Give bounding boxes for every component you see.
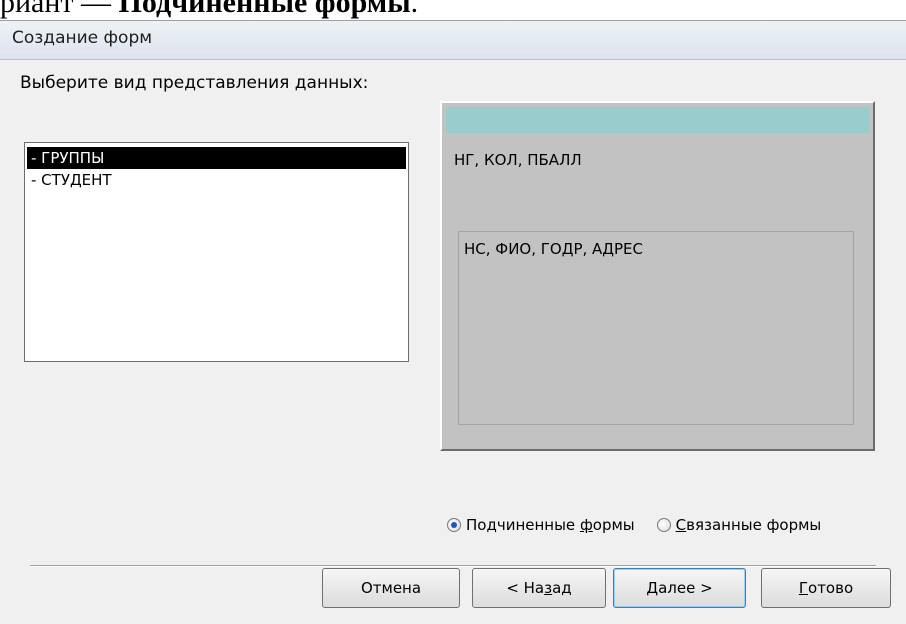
subforms-label-post: ормы (592, 516, 635, 534)
subform-fields: НС, ФИО, ГОДР, АДРЕС (464, 240, 643, 258)
form-type-radio-group: Подчиненные формы Связанные формы (447, 516, 843, 534)
subforms-label-key: ф (579, 516, 593, 534)
subforms-label-pre: Подчиненные (466, 516, 580, 534)
subform-preview: НС, ФИО, ГОДР, АДРЕС (458, 231, 854, 425)
finish-label-key: Г (798, 579, 809, 597)
caption-suffix: . (410, 0, 419, 19)
view-type-listbox[interactable]: - ГРУППЫ - СТУДЕНТ (24, 142, 409, 362)
back-button[interactable]: < На з ад (472, 568, 606, 608)
linked-forms-option[interactable]: Связанные формы (656, 516, 822, 534)
list-item-groups[interactable]: - ГРУППЫ (27, 147, 406, 169)
next-label-key: Д (646, 579, 659, 597)
list-item-student[interactable]: - СТУДЕНТ (27, 169, 406, 191)
main-form-fields: НГ, КОЛ, ПБАЛЛ (454, 151, 582, 169)
document-caption: риант — Подчиненные формы. (0, 0, 418, 20)
title-bar[interactable]: Создание форм (0, 21, 906, 60)
subforms-option[interactable]: Подчиненные формы (447, 516, 635, 534)
next-label-post: алее > (658, 579, 713, 597)
linked-label-key: С (675, 516, 687, 534)
back-label-key: з (544, 579, 553, 597)
subforms-label: Подчиненные формы (466, 516, 635, 534)
linked-label-post: вязанные формы (686, 516, 822, 534)
window-title: Создание форм (12, 28, 153, 48)
finish-button[interactable]: Готово (761, 568, 891, 608)
form-preview: НГ, КОЛ, ПБАЛЛ НС, ФИО, ГОДР, АДРЕС (440, 101, 875, 451)
finish-label-post: отово (808, 579, 854, 597)
caption-bold: Подчиненные формы (118, 0, 411, 19)
separator-line (30, 565, 876, 567)
cancel-label: Отмена (360, 579, 422, 597)
subforms-radio[interactable] (447, 518, 461, 532)
form-wizard-dialog: Создание форм Выберите вид представления… (0, 20, 906, 624)
linked-forms-label: Связанные формы (676, 516, 822, 534)
preview-header-bar (446, 107, 869, 133)
linked-forms-radio[interactable] (656, 518, 671, 532)
next-button[interactable]: Далее > (613, 568, 746, 608)
view-type-label: Выберите вид представления данных: (20, 73, 369, 93)
back-label-pre: < На (506, 579, 545, 597)
back-label-post: ад (552, 579, 572, 597)
cancel-button[interactable]: Отмена (322, 568, 460, 608)
caption-prefix: риант — (0, 0, 119, 19)
